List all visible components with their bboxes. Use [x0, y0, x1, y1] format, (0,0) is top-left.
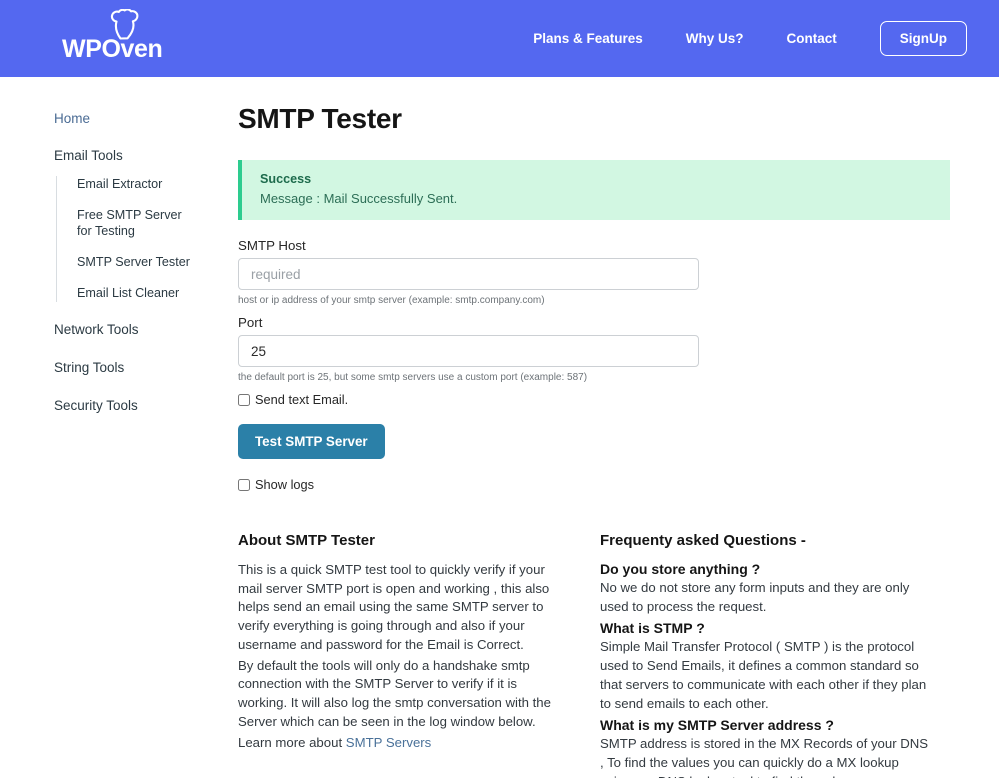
faq-answer-3: SMTP address is stored in the MX Records…	[600, 736, 929, 778]
sidebar-item-email-list-cleaner[interactable]: Email List Cleaner	[77, 285, 197, 302]
send-text-email-label[interactable]: Send text Email.	[255, 392, 348, 407]
sidebar: Home Email Tools Email Extractor Free SM…	[0, 103, 238, 778]
nav-link-contact[interactable]: Contact	[787, 31, 837, 46]
nav-link-plans-features[interactable]: Plans & Features	[533, 31, 643, 46]
page-body: Home Email Tools Email Extractor Free SM…	[0, 77, 999, 778]
faq-answer-2: Simple Mail Transfer Protocol ( SMTP ) i…	[600, 639, 927, 711]
smtp-host-label: SMTP Host	[238, 238, 306, 253]
faq-heading: Frequenty asked Questions -	[600, 532, 806, 549]
sidebar-item-email-extractor[interactable]: Email Extractor	[77, 176, 197, 193]
learn-more-line: Learn more about SMTP Servers	[238, 734, 568, 753]
port-label: Port	[238, 315, 263, 330]
port-input[interactable]	[238, 335, 699, 367]
sidebar-item-home[interactable]: Home	[54, 111, 238, 126]
sidebar-group-network-tools[interactable]: Network Tools	[54, 322, 238, 337]
alert-title: Success	[260, 172, 312, 186]
sidebar-group-string-tools[interactable]: String Tools	[54, 360, 238, 375]
main-content: SMTP Tester Success Message : Mail Succe…	[238, 103, 999, 778]
sidebar-item-free-smtp-server-for-testing[interactable]: Free SMTP Server for Testing	[77, 207, 197, 240]
faq-question-1: Do you store anything ?	[600, 561, 761, 577]
sidebar-group-security-tools[interactable]: Security Tools	[54, 398, 238, 413]
test-smtp-server-button[interactable]: Test SMTP Server	[238, 424, 385, 459]
smtp-host-input[interactable]	[238, 258, 699, 290]
site-header: WPOven Plans & Features Why Us? Contact …	[0, 0, 999, 77]
show-logs-checkbox[interactable]	[238, 478, 250, 491]
page-title: SMTP Tester	[238, 103, 402, 134]
show-logs-label[interactable]: Show logs	[255, 477, 314, 492]
smtp-servers-link[interactable]: SMTP Servers	[346, 735, 432, 750]
about-section: About SMTP Tester This is a quick SMTP t…	[238, 532, 568, 778]
sidebar-subitems-email-tools: Email Extractor Free SMTP Server for Tes…	[56, 176, 238, 302]
smtp-test-form: SMTP Host host or ip address of your smt…	[238, 238, 950, 492]
signup-button[interactable]: SignUp	[879, 21, 967, 56]
show-logs-row: Show logs	[238, 477, 950, 492]
faq-question-2: What is STMP ?	[600, 620, 705, 637]
success-alert: Success Message : Mail Successfully Sent…	[238, 160, 950, 220]
learn-more-prefix: Learn more about	[238, 734, 346, 750]
about-heading: About SMTP Tester	[238, 532, 375, 549]
info-columns: About SMTP Tester This is a quick SMTP t…	[238, 532, 950, 778]
alert-message: Message : Mail Successfully Sent.	[260, 191, 458, 206]
main-navigation: Plans & Features Why Us? Contact SignUp	[533, 21, 967, 56]
faq-question-3: What is my SMTP Server address ?	[600, 717, 834, 734]
about-paragraph-2: By default the tools will only do a hand…	[238, 657, 551, 729]
port-hint: the default port is 25, but some smtp se…	[238, 372, 588, 383]
faq-answer-1: No we do not store any form inputs and t…	[600, 580, 910, 614]
smtp-host-hint: host or ip address of your smtp server (…	[238, 295, 545, 306]
sidebar-group-email-tools[interactable]: Email Tools	[54, 148, 238, 163]
sidebar-item-smtp-server-tester[interactable]: SMTP Server Tester	[77, 254, 197, 271]
chef-hat-icon	[109, 7, 143, 41]
nav-link-why-us[interactable]: Why Us?	[686, 31, 744, 46]
faq-section: Frequenty asked Questions - Do you store…	[600, 532, 930, 778]
brand-logo[interactable]: WPOven	[62, 7, 163, 65]
send-text-email-row: Send text Email.	[238, 392, 950, 407]
about-paragraph-1: This is a quick SMTP test tool to quickl…	[238, 562, 550, 652]
send-text-email-checkbox[interactable]	[238, 393, 250, 406]
